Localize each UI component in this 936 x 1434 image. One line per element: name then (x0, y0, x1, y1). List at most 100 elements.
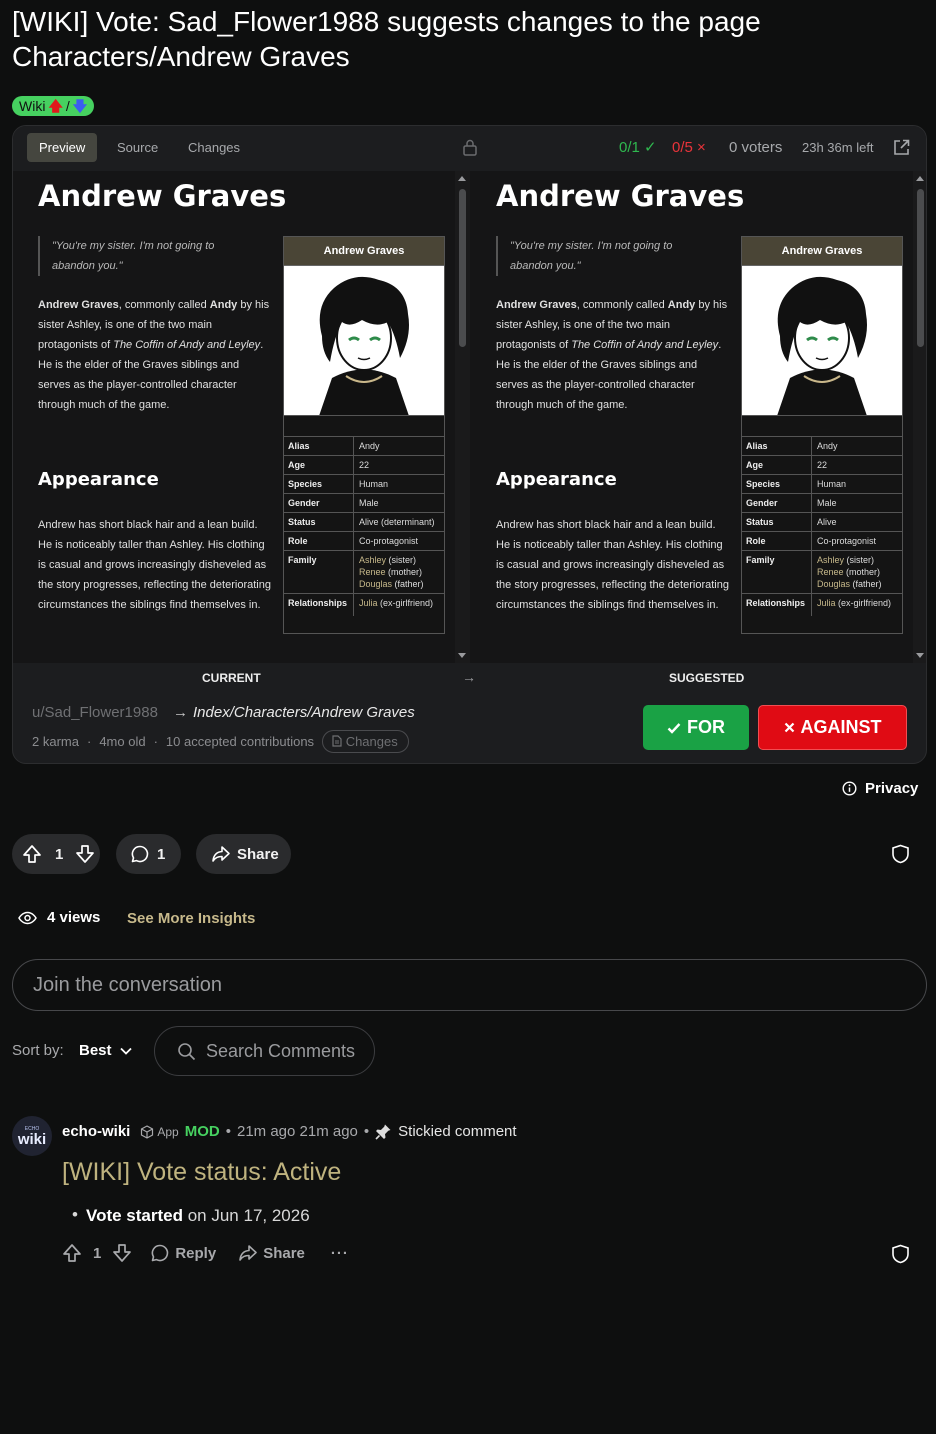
article-heading: Andrew Graves (496, 179, 745, 213)
infobox-row: Role Co-protagonist (284, 532, 444, 551)
document-icon (332, 735, 342, 747)
open-external-icon[interactable] (893, 139, 910, 156)
comments-button[interactable]: 1 (116, 834, 181, 874)
family-link[interactable]: Douglas (817, 579, 850, 589)
join-conversation-input[interactable]: Join the conversation (12, 959, 927, 1011)
relationship-link[interactable]: Julia (359, 598, 378, 608)
family-link[interactable]: Ashley (817, 555, 844, 565)
comment-count: 1 (157, 845, 166, 863)
privacy-link[interactable]: Privacy (842, 780, 918, 797)
comment-timestamp: 21m ago 21m ago (236, 1123, 358, 1140)
chevron-down-icon (119, 1047, 132, 1055)
lock-icon (462, 138, 478, 156)
pane-labels: CURRENT → SUGGESTED (13, 663, 926, 691)
against-count: 0/5 (672, 139, 693, 156)
comment-share-button[interactable]: Share (238, 1243, 305, 1263)
flair-up-arrow-icon: 🡅 (48, 98, 63, 114)
infobox-row: Species Human (284, 475, 444, 494)
share-icon (211, 844, 231, 864)
infobox-row: Role Co-protagonist (742, 532, 902, 551)
relationship-link[interactable]: Julia (817, 598, 836, 608)
family-link[interactable]: Ashley (359, 555, 386, 565)
comment-mod-shield-icon[interactable] (891, 1244, 910, 1264)
flair-label: Wiki (19, 98, 46, 114)
post-title: [WIKI] Vote: Sad_Flower1988 suggests cha… (12, 6, 761, 72)
eye-icon (18, 911, 37, 924)
downvote-icon[interactable] (75, 844, 95, 864)
infobox-row: Family Ashley (sister) Renee (mother) Dougl… (284, 551, 444, 594)
info-icon (842, 781, 857, 796)
karma: 2 karma (32, 734, 79, 749)
comment-bullet: • Vote started on Jun 17, 2026 (72, 1205, 310, 1225)
infobox-row: Relationships Julia (ex-girlfriend) (284, 594, 444, 616)
app-cube-icon (141, 1124, 154, 1139)
article-intro: Andrew Graves, commonly called Andy by h… (496, 299, 728, 411)
view-count: 4 views (18, 909, 100, 926)
account-age: 4mo old (99, 734, 146, 749)
avatar[interactable]: ECHO wiki (12, 1116, 52, 1156)
infobox-row: Family Ashley (sister) Renee (mother) Dougl… (742, 551, 902, 594)
comment-downvote-icon[interactable] (112, 1243, 132, 1263)
check-icon (667, 722, 681, 734)
post-score: 1 (55, 845, 64, 863)
wiki-page-path[interactable]: Index/Characters/Andrew Graves (193, 704, 415, 721)
current-label: CURRENT (202, 671, 261, 685)
comment-author[interactable]: echo-wiki (62, 1123, 130, 1140)
flair-down-arrow-icon: 🡇 (72, 98, 88, 114)
time-left: 23h 36m left (802, 140, 874, 155)
tab-preview[interactable]: Preview (27, 133, 98, 162)
mod-shield-icon[interactable] (891, 844, 910, 864)
article-intro: Andrew Graves, commonly called Andy by h… (38, 299, 270, 411)
appearance-heading: Appearance (38, 469, 159, 490)
infobox-row: Status Alive (742, 513, 902, 532)
family-link[interactable]: Douglas (359, 579, 392, 589)
search-comments-input[interactable]: Search Comments (154, 1026, 375, 1076)
path-arrow-icon: → (173, 704, 188, 721)
x-icon: × (697, 139, 706, 156)
more-options-icon[interactable]: ··· (331, 1245, 349, 1262)
share-button[interactable]: Share (196, 834, 291, 874)
voters-count: 0 voters (729, 139, 783, 156)
article-heading: Andrew Graves (38, 179, 287, 213)
infobox-title: Andrew Graves (742, 237, 902, 266)
tab-changes[interactable]: Changes (176, 133, 252, 162)
check-icon: ✓ (644, 139, 657, 156)
diff-panes: Andrew Graves "You're my sister. I'm not… (13, 171, 926, 663)
post-flair[interactable]: Wiki 🡅 / 🡇 (12, 96, 95, 116)
suggester-username[interactable]: u/Sad_Flower1988 (32, 704, 158, 721)
family-link[interactable]: Renee (817, 567, 844, 577)
share-icon (239, 1245, 258, 1261)
suggested-label: SUGGESTED (669, 671, 745, 685)
comment-upvote-icon[interactable] (62, 1243, 82, 1263)
suggester-stats: 2 karma · 4mo old · 10 accepted contribu… (32, 730, 409, 753)
against-tally: 0/5 × (672, 139, 706, 157)
changes-pill-button[interactable]: Changes (322, 730, 409, 753)
contributions: 10 accepted contributions (165, 734, 315, 749)
sort-dropdown[interactable]: Best (79, 1042, 132, 1059)
vote-against-button[interactable]: AGAINST (758, 705, 907, 750)
family-link[interactable]: Renee (359, 567, 386, 577)
current-scrollbar[interactable] (455, 171, 470, 663)
suggested-scrollbar[interactable] (913, 171, 926, 663)
comment-score: 1 (93, 1244, 102, 1262)
comment-icon (151, 1244, 169, 1262)
arrow-icon: → (462, 669, 476, 685)
infobox-row: Species Human (742, 475, 902, 494)
pin-icon (375, 1124, 391, 1140)
article-quote: "You're my sister. I'm not going to aban… (38, 236, 248, 276)
suggested-pane: Andrew Graves "You're my sister. I'm not… (471, 171, 913, 663)
infobox-row: Age 22 (742, 456, 902, 475)
appearance-text: Andrew has short black hair and a lean b… (38, 519, 271, 611)
reply-button[interactable]: Reply (150, 1243, 216, 1263)
upvote-icon[interactable] (22, 844, 42, 864)
infobox-row: Age 22 (284, 456, 444, 475)
infobox-title: Andrew Graves (284, 237, 444, 266)
infobox-row: Alias Andy (742, 437, 902, 456)
vote-for-button[interactable]: FOR (643, 705, 749, 750)
appearance-heading: Appearance (496, 469, 617, 490)
comment-title: [WIKI] Vote status: Active (62, 1158, 342, 1186)
see-more-insights-link[interactable]: See More Insights (127, 910, 255, 927)
infobox-row: Gender Male (742, 494, 902, 513)
tab-source[interactable]: Source (105, 133, 170, 162)
mod-badge: MOD (184, 1123, 220, 1140)
